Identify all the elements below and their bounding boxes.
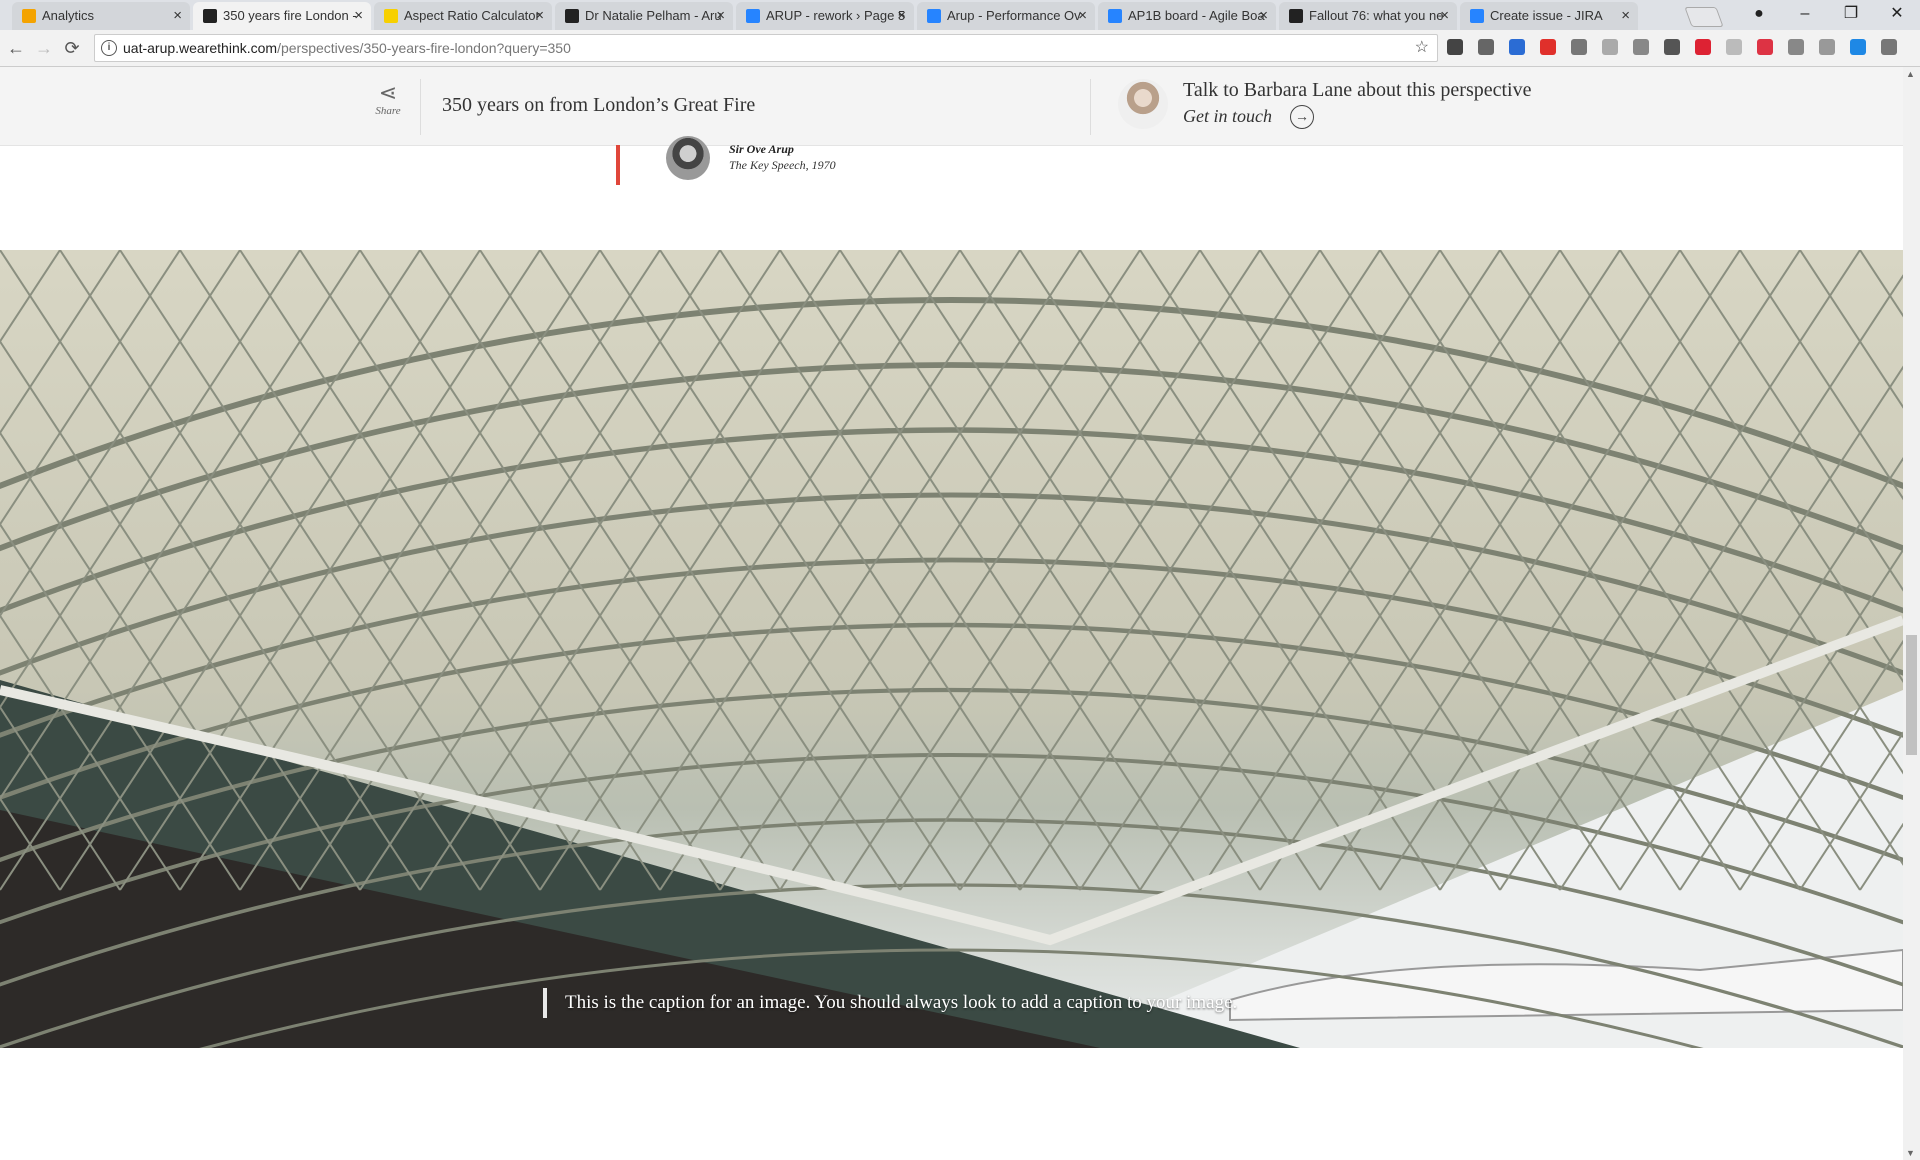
page-title: 350 years on from London’s Great Fire <box>442 94 756 116</box>
tab-close-icon[interactable]: × <box>1078 2 1087 30</box>
browser-tab[interactable]: AP1B board - Agile Boa × <box>1098 2 1276 30</box>
extension-icon[interactable] <box>1788 39 1804 55</box>
browser-tab[interactable]: Analytics × <box>12 2 190 30</box>
new-tab-button[interactable] <box>1684 7 1724 27</box>
close-window-button[interactable]: ✕ <box>1874 0 1920 30</box>
minimize-button[interactable]: – <box>1782 0 1828 30</box>
divider <box>420 79 421 135</box>
get-in-touch-link[interactable]: Get in touch <box>1183 106 1272 127</box>
back-button[interactable]: ← <box>4 36 28 60</box>
tab-favicon-icon <box>203 9 217 23</box>
tab-label: 350 years fire London - <box>223 8 357 23</box>
reload-button[interactable]: ⟳ <box>60 36 84 60</box>
extension-icon[interactable] <box>1447 39 1463 55</box>
tab-favicon-icon <box>1108 9 1122 23</box>
window-controls: ● – ❐ ✕ <box>1736 0 1920 30</box>
tab-label: AP1B board - Agile Boa <box>1128 8 1265 23</box>
quote-author: Sir Ove Arup <box>729 142 794 156</box>
share-icon: ⋖ <box>378 80 398 105</box>
extension-icon[interactable] <box>1881 39 1897 55</box>
tab-label: ARUP - rework › Page 5 <box>766 8 906 23</box>
bookmark-star-icon[interactable]: ☆ <box>1415 35 1429 61</box>
browser-tab[interactable]: Arup - Performance Ov × <box>917 2 1095 30</box>
roof-arch <box>0 362 1903 552</box>
extension-icon[interactable] <box>1509 39 1525 55</box>
browser-tab[interactable]: ARUP - rework › Page 5 × <box>736 2 914 30</box>
browser-tab[interactable]: Dr Natalie Pelham - Aru × <box>555 2 733 30</box>
url-text[interactable]: uat-arup.wearethink.com/perspectives/350… <box>123 35 571 61</box>
tab-close-icon[interactable]: × <box>173 2 182 30</box>
tab-label: Dr Natalie Pelham - Aru <box>585 8 722 23</box>
extension-icon[interactable] <box>1695 39 1711 55</box>
tab-close-icon[interactable]: × <box>716 2 725 30</box>
roof-arch <box>0 492 1903 676</box>
page-scrollbar[interactable]: ▲ ▼ <box>1903 67 1920 1160</box>
tab-label: Analytics <box>42 8 95 23</box>
site-info-icon[interactable]: i <box>101 40 117 56</box>
extension-icon[interactable] <box>1664 39 1680 55</box>
tab-favicon-icon <box>1470 9 1484 23</box>
tab-close-icon[interactable]: × <box>1621 2 1630 30</box>
share-button[interactable]: ⋖ Share <box>368 80 408 118</box>
browser-tab[interactable]: Fallout 76: what you ne × <box>1279 2 1457 30</box>
extension-icon[interactable] <box>1726 39 1742 55</box>
tab-favicon-icon <box>22 9 36 23</box>
browser-tab[interactable]: Create issue - JIRA × <box>1460 2 1638 30</box>
extension-icon[interactable] <box>1633 39 1649 55</box>
extension-icon[interactable] <box>1540 39 1556 55</box>
browser-tab[interactable]: 350 years fire London - × <box>193 2 371 30</box>
image-caption: This is the caption for an image. You sh… <box>543 988 1237 1018</box>
extension-icon[interactable] <box>1757 39 1773 55</box>
tab-label: Arup - Performance Ov <box>947 8 1081 23</box>
scrollbar-thumb[interactable] <box>1906 635 1917 755</box>
extension-icon[interactable] <box>1478 39 1494 55</box>
extension-icon[interactable] <box>1819 39 1835 55</box>
tab-favicon-icon <box>565 9 579 23</box>
perspective-sticky-bar: ⋖ Share 350 years on from London’s Great… <box>0 67 1903 146</box>
extension-icon[interactable] <box>1850 39 1866 55</box>
tab-favicon-icon <box>1289 9 1303 23</box>
tab-favicon-icon <box>384 9 398 23</box>
extension-icon[interactable] <box>1602 39 1618 55</box>
tab-close-icon[interactable]: × <box>897 2 906 30</box>
extension-icon[interactable] <box>1571 39 1587 55</box>
tab-label: Aspect Ratio Calculator <box>404 8 540 23</box>
browser-toolbar: ← → ⟳ i uat-arup.wearethink.com/perspect… <box>0 30 1920 67</box>
tab-favicon-icon <box>927 9 941 23</box>
tab-label: Create issue - JIRA <box>1490 8 1603 23</box>
browser-tab[interactable]: Aspect Ratio Calculator × <box>374 2 552 30</box>
stadium-roof-illustration <box>0 250 1903 1048</box>
quote-source: The Key Speech, 1970 <box>729 158 836 172</box>
tab-strip: Analytics × 350 years fire London - × Aspect… <box>0 0 1920 30</box>
hero-image: This is the caption for an image. You sh… <box>0 250 1903 1048</box>
profile-icon[interactable]: ● <box>1736 0 1782 30</box>
contact-avatar <box>1118 79 1168 129</box>
tab-label: Fallout 76: what you ne <box>1309 8 1444 23</box>
tab-close-icon[interactable]: × <box>1259 2 1268 30</box>
tab-close-icon[interactable]: × <box>354 2 363 30</box>
divider <box>1090 79 1091 135</box>
quote-author-avatar <box>666 136 710 180</box>
address-bar[interactable]: i uat-arup.wearethink.com/perspectives/3… <box>94 34 1438 62</box>
arrow-right-icon[interactable]: → <box>1290 105 1314 129</box>
quote-accent-bar <box>616 145 620 185</box>
roof-arch <box>0 297 1903 490</box>
tab-close-icon[interactable]: × <box>1440 2 1449 30</box>
scroll-down-icon[interactable]: ▼ <box>1906 1148 1915 1158</box>
share-label: Share <box>375 105 401 117</box>
tab-close-icon[interactable]: × <box>535 2 544 30</box>
contact-prompt: Talk to Barbara Lane about this perspect… <box>1183 79 1532 101</box>
forward-button[interactable]: → <box>32 36 56 60</box>
scroll-up-icon[interactable]: ▲ <box>1906 69 1915 79</box>
restore-button[interactable]: ❐ <box>1828 0 1874 30</box>
tab-favicon-icon <box>746 9 760 23</box>
